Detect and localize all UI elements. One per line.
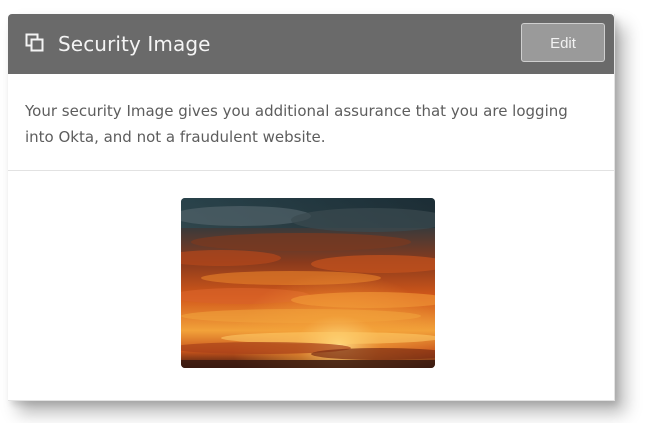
copy-icon [25,33,45,53]
card-title: Security Image [58,32,211,56]
security-image-description: Your security Image gives you additional… [25,102,568,146]
page: Security Image Edit Your security Image … [0,0,646,423]
divider [8,170,614,171]
edit-button[interactable]: Edit [521,23,605,62]
card-header: Security Image Edit [8,14,614,74]
security-image [181,198,435,368]
security-image-card: Security Image Edit Your security Image … [8,14,615,401]
